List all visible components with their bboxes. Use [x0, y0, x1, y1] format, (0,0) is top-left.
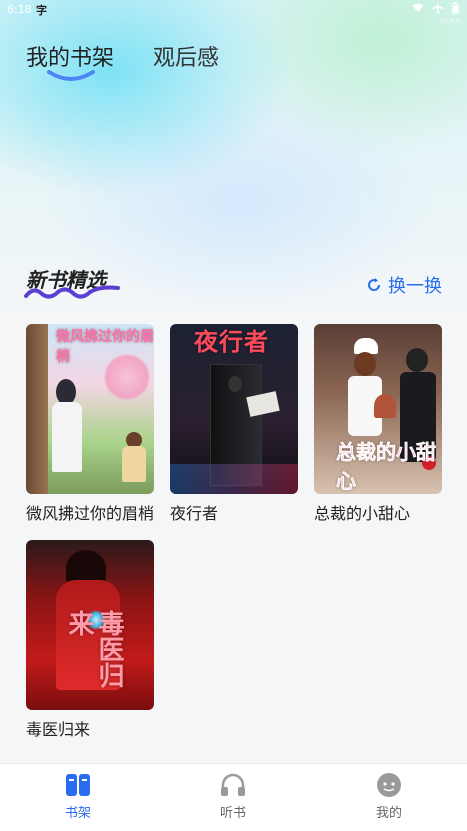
bookshelf-icon	[66, 774, 90, 796]
book-card[interactable]: 夜行者 夜行者	[170, 324, 298, 523]
tab-reviews-label: 观后感	[153, 46, 220, 71]
status-icons	[412, 2, 459, 14]
book-card[interactable]: 毒医归来 毒医归来	[26, 540, 154, 739]
battery-icon	[452, 2, 459, 14]
book-title: 夜行者	[170, 504, 219, 523]
ime-indicator: 字	[36, 4, 47, 17]
tab-reviews[interactable]: 观后感	[153, 40, 219, 72]
cover-title-text: 总裁的小甜心	[336, 440, 437, 494]
cover-title-text: 毒医归来	[64, 610, 124, 688]
decorative-wave-icon	[24, 285, 120, 299]
active-tab-underline	[47, 70, 95, 81]
new-books-section-header: 新书精选 换一换	[24, 262, 444, 304]
book-card[interactable]: 微风拂过你的眉梢 微风拂过你的眉梢	[26, 324, 154, 523]
refresh-icon	[368, 278, 381, 291]
nav-listen[interactable]: 听书	[193, 772, 273, 821]
profile-chat-icon	[377, 773, 401, 797]
bottom-navigation: 书架 听书 我的	[0, 763, 467, 831]
nav-mine[interactable]: 我的	[349, 772, 429, 821]
book-cover[interactable]: 微风拂过你的眉梢	[26, 324, 154, 494]
wifi-icon	[412, 3, 424, 12]
nav-listen-label: 听书	[219, 806, 246, 821]
book-cover[interactable]: 夜行者	[170, 324, 298, 494]
nav-bookshelf-label: 书架	[64, 806, 91, 821]
refresh-button[interactable]: 换一换	[366, 272, 442, 298]
book-cover[interactable]: 总裁的小甜心	[314, 324, 442, 494]
headphones-icon	[221, 773, 245, 796]
book-title: 微风拂过你的眉梢	[26, 504, 154, 523]
airplane-icon	[432, 2, 444, 13]
cover-title-text: 微风拂过你的眉梢	[56, 329, 154, 365]
status-time: 6:18	[7, 3, 32, 16]
book-title: 总裁的小甜心	[314, 504, 411, 523]
nav-mine-label: 我的	[375, 806, 402, 821]
nav-bookshelf[interactable]: 书架	[38, 772, 118, 821]
book-cover[interactable]: 毒医归来	[26, 540, 154, 710]
status-bar: 6:18 字 NEXUS	[0, 0, 467, 25]
book-title: 毒医归来	[26, 720, 91, 739]
refresh-label: 换一换	[388, 276, 442, 297]
device-badge: NEXUS	[440, 18, 461, 25]
book-card[interactable]: 总裁的小甜心 总裁的小甜心	[314, 324, 442, 523]
cover-title-text: 夜行者	[194, 328, 269, 356]
